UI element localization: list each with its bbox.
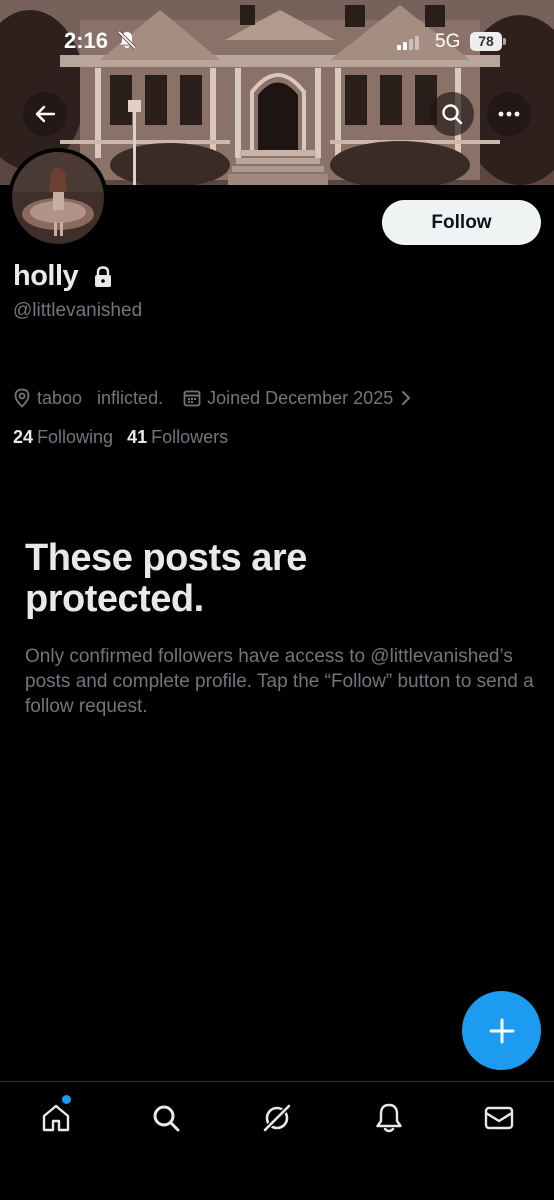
- nav-notifications[interactable]: [369, 1098, 409, 1138]
- profile-meta: taboo inflicted. Joined December 2025: [13, 386, 411, 410]
- compose-button[interactable]: [462, 991, 541, 1070]
- avatar-image: [12, 152, 104, 244]
- nav-grok[interactable]: [257, 1098, 297, 1138]
- joined-date: Joined December 2025: [207, 387, 394, 408]
- avatar[interactable]: [8, 148, 108, 248]
- arrow-left-icon: [35, 105, 56, 123]
- nav-home[interactable]: [36, 1098, 76, 1138]
- cellular-signal-icon: [397, 36, 423, 55]
- location-pin-icon: [14, 388, 30, 408]
- location-text: taboo inflicted.: [37, 387, 164, 408]
- home-icon: [42, 1104, 70, 1132]
- following-link[interactable]: 24 Following: [13, 427, 113, 448]
- nav-search[interactable]: [146, 1098, 186, 1138]
- followers-label: Followers: [151, 427, 229, 447]
- bell-icon: [376, 1103, 402, 1133]
- display-name: holly: [13, 260, 79, 292]
- lock-icon: [93, 266, 113, 293]
- more-options-button[interactable]: [487, 92, 531, 136]
- network-type: 5G: [435, 31, 461, 52]
- search-icon: [442, 104, 463, 125]
- follow-button[interactable]: Follow: [382, 200, 541, 245]
- grok-icon: [262, 1103, 292, 1133]
- followers-count: 41: [127, 427, 148, 447]
- notification-dot: [62, 1095, 71, 1104]
- more-icon: [498, 111, 520, 117]
- search-button[interactable]: [430, 92, 474, 136]
- protected-body: Only confirmed followers have access to …: [25, 646, 534, 717]
- mail-icon: [484, 1106, 514, 1130]
- follow-counts: 24 Following 41 Followers: [13, 427, 228, 448]
- back-button[interactable]: [23, 92, 67, 136]
- bottom-nav: [0, 1081, 554, 1200]
- plus-icon: [489, 1018, 514, 1043]
- protected-title: These posts are protected.: [25, 537, 307, 620]
- bell-muted-icon: [117, 30, 137, 55]
- calendar-icon: [183, 390, 201, 407]
- following-count: 24: [13, 427, 34, 447]
- status-time: 2:16: [64, 28, 109, 53]
- status-bar: 2:16 5G 78: [0, 0, 554, 86]
- nav-messages[interactable]: [479, 1098, 519, 1138]
- user-handle: @littlevanished: [13, 300, 143, 321]
- battery-tip: [503, 38, 506, 45]
- search-icon: [153, 1105, 180, 1132]
- battery-indicator: 78: [470, 32, 502, 51]
- followers-link[interactable]: 41 Followers: [127, 427, 228, 448]
- chevron-right-icon[interactable]: [401, 390, 411, 406]
- following-label: Following: [37, 427, 114, 447]
